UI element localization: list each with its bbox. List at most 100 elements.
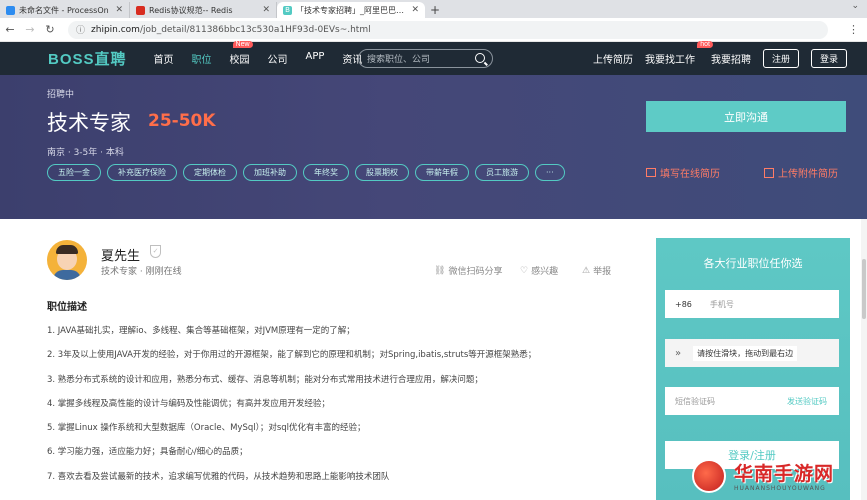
- watermark-subtext: HUANANSHOUYOUWANG: [734, 485, 826, 492]
- nav-app[interactable]: APP: [297, 51, 334, 66]
- url-path: /job_detail/811386bbc13c530a1HF93d-0EVs~…: [139, 24, 371, 35]
- watermark-ball-icon: [692, 459, 726, 493]
- recruit-link[interactable]: 我要招聘: [711, 51, 751, 66]
- upload-attachment-link[interactable]: 上传附件简历: [764, 165, 838, 180]
- description-line: 4. 掌握多线程及高性能的设计与编码及性能调优；有高并发应用开发经验；: [47, 398, 330, 409]
- watermark-text: 华南手游网: [734, 463, 835, 485]
- close-tab-icon[interactable]: ✕: [262, 5, 270, 15]
- fill-resume-link[interactable]: 填写在线简历: [646, 165, 720, 180]
- reload-icon[interactable]: ↻: [40, 23, 60, 36]
- browser-menu-icon[interactable]: ⋮: [848, 23, 859, 36]
- redis-favicon: [136, 5, 145, 15]
- description-line: 6. 学习能力强，适应能力好；具备耐心/细心的品质；: [47, 447, 248, 458]
- description-line: 7. 喜欢去看及尝试最新的技术，追求编写优雅的代码，从技术趋势和思路上能影响技术…: [47, 471, 390, 482]
- new-badge: New: [232, 41, 253, 48]
- search-icon[interactable]: [475, 53, 485, 63]
- job-description: 1. JAVA基础扎实，理解io、多线程、集合等基础框架，对JVM原理有一定的了…: [47, 325, 607, 495]
- browser-tab-processon[interactable]: 未命名文件 - ProcessOn ✕: [0, 2, 130, 18]
- benefit-tags: 五险一金 补充医疗保险 定期体检 加班补助 年终奖 股票期权 带薪年假 员工旅游…: [47, 164, 565, 181]
- recruiter-avatar[interactable]: [47, 240, 87, 280]
- nav-company[interactable]: 公司: [259, 51, 297, 66]
- share-icon: ⛓: [434, 265, 446, 276]
- find-job-label: 我要找工作: [644, 55, 695, 66]
- upload-resume-link[interactable]: 上传简历: [593, 51, 633, 66]
- watermark-logo: 华南手游网 HUANANSHOUYOUWANG: [690, 459, 860, 497]
- tab-title: 未命名文件 - ProcessOn: [19, 5, 109, 15]
- code-placeholder: 短信验证码: [675, 396, 715, 406]
- benefit-tag: 员工旅游: [475, 164, 529, 181]
- tab-title: Redis协议规范-- Redis: [149, 5, 233, 15]
- close-tab-icon[interactable]: ✕: [411, 5, 419, 15]
- main-content: 夏先生 ✓ 技术专家 · 刚刚在线 ⛓ 微信扫码分享 ♡ 感兴趣 ⚠ 举报 职位…: [0, 219, 867, 500]
- tab-title: 「技术专家招聘」_阿里巴巴集团: [296, 5, 408, 15]
- country-code-select[interactable]: +86: [675, 300, 692, 309]
- slider-handle-icon[interactable]: »: [675, 348, 681, 359]
- avatar-body: [53, 270, 81, 280]
- more-tags-button[interactable]: ···: [535, 164, 565, 181]
- benefit-tag: 五险一金: [47, 164, 101, 181]
- benefit-tag: 加班补助: [243, 164, 297, 181]
- nav-jobs[interactable]: 职位: [183, 51, 221, 66]
- page-scrollbar[interactable]: [861, 219, 867, 500]
- upload-icon: [764, 167, 774, 178]
- close-tab-icon[interactable]: ✕: [115, 5, 123, 15]
- sms-code-input[interactable]: 短信验证码 发送验证码: [665, 387, 839, 415]
- browser-tab-boss-active[interactable]: B 「技术专家招聘」_阿里巴巴集团 ✕: [277, 2, 425, 18]
- search-placeholder: 搜索职位、公司: [367, 55, 431, 65]
- benefit-tag: 股票期权: [355, 164, 409, 181]
- nav-home[interactable]: 首页: [145, 51, 183, 66]
- phone-placeholder: 手机号: [709, 299, 734, 309]
- sidebar-title: 各大行业职位任你选: [703, 257, 803, 270]
- interest-label: 感兴趣: [531, 267, 559, 277]
- wechat-share-button[interactable]: ⛓ 微信扫码分享: [434, 264, 503, 278]
- phone-input[interactable]: +86 手机号: [665, 290, 839, 318]
- processon-favicon: [6, 5, 15, 15]
- tab-list-chevron-icon[interactable]: ⌄: [851, 1, 859, 11]
- new-tab-button[interactable]: +: [425, 2, 445, 18]
- browser-tab-redis[interactable]: Redis协议规范-- Redis ✕: [130, 2, 277, 18]
- description-line: 3. 熟悉分布式系统的设计和应用，熟悉分布式、缓存、消息等机制；能对分布式常用技…: [47, 374, 483, 385]
- job-hero-banner: 招聘中 技术专家 25-50K 南京 · 3-5年 · 本科 五险一金 补充医疗…: [0, 75, 867, 219]
- section-heading-description: 职位描述: [47, 302, 87, 313]
- main-menu: 首页 职位 校园 New 公司 APP 资讯: [145, 41, 372, 66]
- url-input[interactable]: ⓘ zhipin.com/job_detail/811386bbc13c530a…: [68, 20, 828, 39]
- job-meta: 南京 · 3-5年 · 本科: [47, 148, 124, 158]
- scrollbar-thumb[interactable]: [862, 259, 866, 319]
- register-button[interactable]: 注册: [762, 49, 799, 68]
- send-code-button[interactable]: 发送验证码: [787, 396, 827, 407]
- verified-shield-icon: ✓: [150, 245, 161, 258]
- benefit-tag: 带薪年假: [415, 164, 469, 181]
- login-button[interactable]: 登录: [810, 49, 847, 68]
- chat-now-button[interactable]: 立即沟通: [646, 101, 846, 132]
- slider-captcha[interactable]: » 请按住滑块，拖动到最右边: [665, 339, 839, 367]
- share-label: 微信扫码分享: [448, 267, 503, 277]
- resume-doc-icon: [646, 168, 656, 177]
- recruiter-name: 夏先生: [101, 249, 141, 264]
- description-line: 5. 掌握Linux 操作系统和大型数据库（Oracle、MySql）；对sql…: [47, 423, 366, 434]
- heart-icon: ♡: [520, 265, 529, 276]
- benefit-tag: 补充医疗保险: [107, 164, 177, 181]
- job-salary: 25-50K: [148, 111, 216, 131]
- right-nav: 上传简历 我要找工作 hot 我要招聘 注册 登录: [593, 41, 867, 75]
- find-job-link[interactable]: 我要找工作 hot: [644, 41, 713, 66]
- boss-logo[interactable]: BOSS直聘: [48, 48, 127, 69]
- slider-hint: 请按住滑块，拖动到最右边: [693, 345, 798, 361]
- nav-campus[interactable]: 校园 New: [221, 41, 259, 66]
- recruiter-role: 技术专家 · 刚刚在线: [101, 267, 182, 277]
- browser-tab-bar: 未命名文件 - ProcessOn ✕ Redis协议规范-- Redis ✕ …: [0, 0, 867, 18]
- site-search-input[interactable]: 搜索职位、公司: [358, 49, 493, 68]
- nav-campus-label: 校园: [229, 55, 250, 66]
- avatar-hair: [56, 245, 78, 254]
- forward-arrow-icon[interactable]: →: [20, 23, 40, 36]
- interest-button[interactable]: ♡ 感兴趣: [520, 264, 559, 278]
- url-host: zhipin.com: [91, 24, 140, 35]
- back-arrow-icon[interactable]: ←: [0, 23, 20, 36]
- warning-icon: ⚠: [582, 265, 591, 276]
- boss-favicon: B: [283, 5, 292, 15]
- benefit-tag: 定期体检: [183, 164, 237, 181]
- upload-attachment-label: 上传附件简历: [778, 169, 838, 180]
- report-button[interactable]: ⚠ 举报: [582, 264, 611, 278]
- info-icon[interactable]: ⓘ: [76, 23, 85, 36]
- address-bar-row: ⌄ ← → ↻ ⓘ zhipin.com/job_detail/811386bb…: [0, 1, 867, 42]
- job-status: 招聘中: [47, 90, 75, 100]
